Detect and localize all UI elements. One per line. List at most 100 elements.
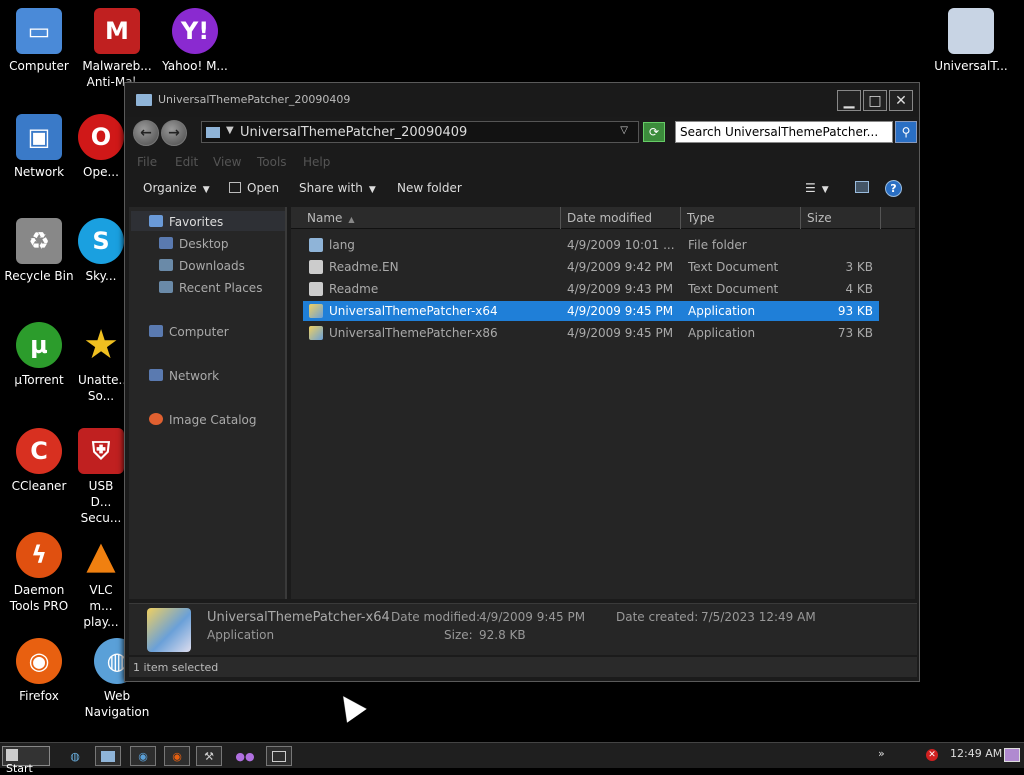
share-with-button[interactable]: Share with ▼ xyxy=(299,181,376,195)
address-row: ← → ▼ UniversalThemePatcher_20090409 ▽ ⟳… xyxy=(129,117,917,149)
file-date: 4/9/2009 9:45 PM xyxy=(567,326,674,340)
network-icon: ▣ xyxy=(16,114,62,160)
file-name: UniversalThemePatcher-x86 xyxy=(329,326,498,340)
start-button[interactable]: Start xyxy=(2,746,50,775)
nav-network[interactable]: Network xyxy=(149,369,219,383)
taskbar-explorer-button[interactable] xyxy=(95,746,121,766)
breadcrumb-chevron-icon[interactable]: ▼ xyxy=(226,125,234,136)
desktop-icon-label: Firefox xyxy=(19,689,59,703)
desktop-icon-daemon-tools[interactable]: ϟ Daemon Tools PRO xyxy=(0,532,78,614)
nav-recent-places[interactable]: Recent Places xyxy=(159,281,262,295)
desktop-icon-vlc[interactable]: ▲ VLC m... play... xyxy=(78,532,124,630)
nav-favorites[interactable]: Favorites xyxy=(149,215,223,229)
mouse-cursor-icon xyxy=(333,689,367,723)
application-icon xyxy=(147,608,191,652)
search-button[interactable]: ⚲ xyxy=(895,121,917,143)
search-input[interactable]: Search UniversalThemePatcher... xyxy=(675,121,893,143)
table-row[interactable]: Readme 4/9/2009 9:43 PM Text Document 4 … xyxy=(303,279,879,299)
taskbar-app-button[interactable]: ⚒ xyxy=(196,746,222,766)
nav-computer-label: Computer xyxy=(169,325,229,339)
folder-icon xyxy=(101,750,115,762)
desktop-icon-malwarebytes[interactable]: M Malwareb... Anti-Mal... xyxy=(78,8,156,90)
desktop-icon-unattended[interactable]: ★ Unatte... So... xyxy=(78,322,124,404)
firefox-icon: ◉ xyxy=(172,749,182,763)
taskbar-ie-button[interactable]: ◍ xyxy=(62,746,88,766)
desktop-icon-network[interactable]: ▣ Network xyxy=(0,114,78,180)
chevron-down-icon[interactable]: ▽ xyxy=(620,125,628,136)
clock[interactable]: 12:49 AM xyxy=(950,747,1002,760)
close-button[interactable]: ✕ xyxy=(889,90,913,111)
maximize-button[interactable]: □ xyxy=(863,90,887,111)
desktop-icon-skype[interactable]: S Sky... xyxy=(78,218,124,284)
desktop-icon-yahoo[interactable]: Y! Yahoo! M... xyxy=(156,8,234,74)
desktop-icon-firefox[interactable]: ◉ Firefox xyxy=(0,638,78,704)
taskbar-messenger-button[interactable]: ●● xyxy=(232,746,258,766)
desktop-icon-label: USB D... Secu... xyxy=(80,479,122,525)
nav-desktop[interactable]: Desktop xyxy=(159,237,229,251)
column-name[interactable]: Name ▲ xyxy=(291,207,561,229)
file-size: 4 KB xyxy=(845,282,873,296)
network-icon xyxy=(149,369,163,381)
table-row-selected[interactable]: UniversalThemePatcher-x64 4/9/2009 9:45 … xyxy=(303,301,879,321)
forward-button[interactable]: → xyxy=(161,120,187,146)
address-path[interactable]: UniversalThemePatcher_20090409 xyxy=(240,125,467,140)
view-options-button[interactable]: ☰ ▼ xyxy=(805,181,829,195)
desktop-icon-utorrent[interactable]: µ µTorrent xyxy=(0,322,78,388)
network-error-icon[interactable]: ✕ xyxy=(926,749,938,761)
organize-button[interactable]: Organize ▼ xyxy=(143,181,210,195)
desktop-icon-opera[interactable]: O Ope... xyxy=(78,114,124,180)
nav-downloads[interactable]: Downloads xyxy=(159,259,245,273)
nav-image-catalog[interactable]: Image Catalog xyxy=(149,413,256,427)
desktop-icon-ccleaner[interactable]: C CCleaner xyxy=(0,428,78,494)
desktop-icon-recycle-bin[interactable]: ♻ Recycle Bin xyxy=(0,218,78,284)
menu-view[interactable]: View xyxy=(213,155,241,169)
column-date-modified[interactable]: Date modified xyxy=(561,207,681,229)
menu-file[interactable]: File xyxy=(137,155,157,169)
show-hidden-icons-button[interactable]: » xyxy=(878,747,885,760)
folder-icon xyxy=(136,94,152,106)
back-button[interactable]: ← xyxy=(133,120,159,146)
desktop-icon-universaltheme-folder[interactable]: UniversalT... xyxy=(932,8,1010,74)
details-pane: UniversalThemePatcher-x64 Application Da… xyxy=(129,603,917,655)
window-icon xyxy=(272,750,286,762)
table-row[interactable]: Readme.EN 4/9/2009 9:42 PM Text Document… xyxy=(303,257,879,277)
globe-icon: ◉ xyxy=(138,749,148,763)
menu-help[interactable]: Help xyxy=(303,155,330,169)
table-row[interactable]: lang 4/9/2009 10:01 ... File folder xyxy=(303,235,879,255)
show-desktop-icon[interactable] xyxy=(1004,748,1020,762)
desktop-icon-label: Web Navigation xyxy=(84,689,150,719)
ccleaner-icon: C xyxy=(16,428,62,474)
new-folder-button[interactable]: New folder xyxy=(397,181,462,195)
taskbar-window-button[interactable] xyxy=(266,746,292,766)
table-row[interactable]: UniversalThemePatcher-x86 4/9/2009 9:45 … xyxy=(303,323,879,343)
file-type: File folder xyxy=(688,238,747,252)
address-bar[interactable]: ▼ UniversalThemePatcher_20090409 ▽ xyxy=(201,121,639,143)
file-size: 73 KB xyxy=(837,326,873,340)
file-type: Application xyxy=(688,304,756,318)
messenger-icon: ●● xyxy=(235,749,255,763)
taskbar-firefox-button[interactable]: ◉ xyxy=(164,746,190,766)
column-type[interactable]: Type xyxy=(681,207,801,229)
desktop-icon-computer[interactable]: ▭ Computer xyxy=(0,8,78,74)
search-icon: ⚲ xyxy=(901,125,911,139)
menu-tools[interactable]: Tools xyxy=(257,155,287,169)
menu-edit[interactable]: Edit xyxy=(175,155,198,169)
preview-pane-button[interactable] xyxy=(855,181,869,196)
details-date-created: 7/5/2023 12:49 AM xyxy=(701,610,816,624)
folder-icon xyxy=(309,238,323,252)
desktop-icon-usb-security[interactable]: ⛨ USB D... Secu... xyxy=(78,428,124,526)
file-name: Readme xyxy=(329,282,379,296)
folder-icon xyxy=(948,8,994,54)
help-button[interactable]: ? xyxy=(885,180,902,197)
open-label: Open xyxy=(247,181,280,195)
details-date-created-label: Date created: xyxy=(616,610,699,624)
nav-computer[interactable]: Computer xyxy=(149,325,229,339)
minimize-button[interactable]: ▁ xyxy=(837,90,861,111)
nav-recent-places-label: Recent Places xyxy=(179,281,263,295)
title-bar[interactable]: UniversalThemePatcher_20090409 ▁ □ ✕ xyxy=(125,83,919,117)
column-size[interactable]: Size xyxy=(801,207,881,229)
taskbar-browser-button[interactable]: ◉ xyxy=(130,746,156,766)
refresh-button[interactable]: ⟳ xyxy=(643,122,665,142)
yahoo-messenger-icon: Y! xyxy=(172,8,218,54)
open-button[interactable]: Open xyxy=(229,181,279,195)
